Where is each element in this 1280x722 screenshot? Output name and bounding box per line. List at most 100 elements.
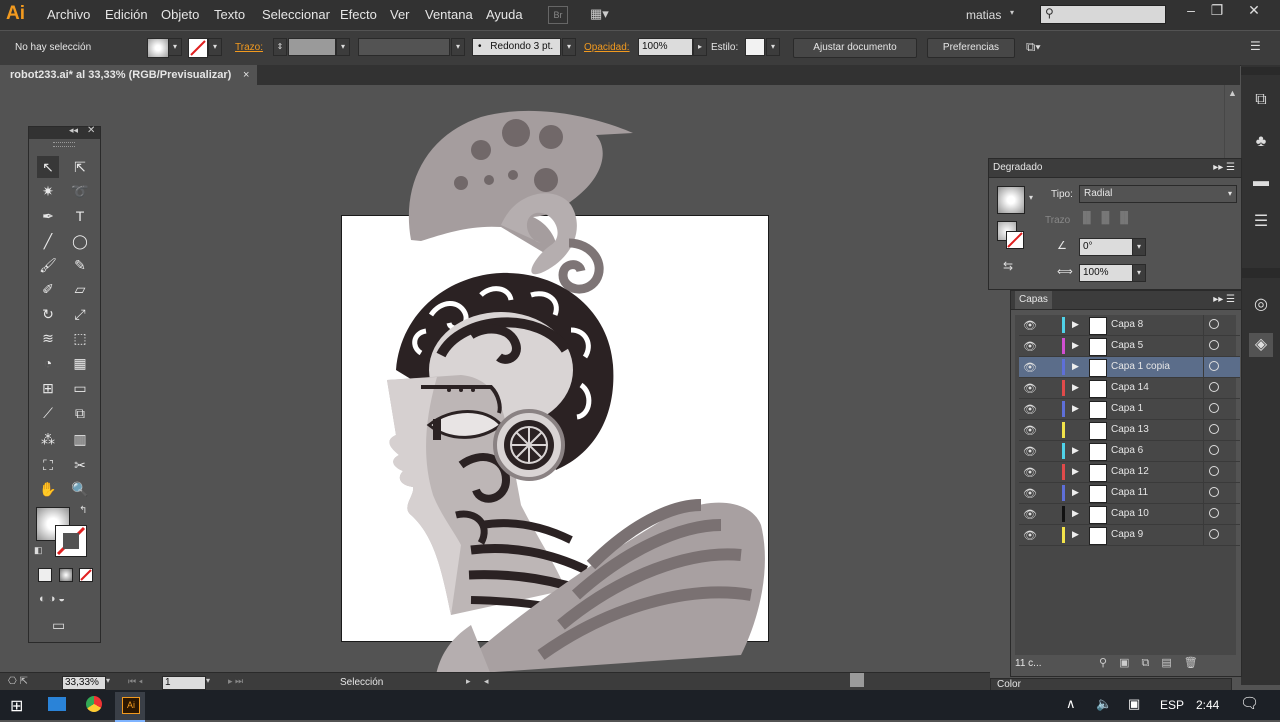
aspect-dropdown-icon[interactable]: ▾ (1132, 264, 1146, 282)
reverse-gradient-icon[interactable]: ⇆ (1003, 259, 1013, 273)
next-artboard-icon[interactable]: ▸ ⏭ (228, 676, 243, 687)
volume-icon[interactable]: 🔈 (1096, 696, 1112, 712)
windows-start-icon[interactable]: ⊞ (10, 696, 23, 716)
default-colors-icon[interactable]: ◧ (34, 545, 43, 556)
close-panel-icon[interactable]: ✕ (87, 125, 95, 136)
blend-tool-icon[interactable]: ⧉ (69, 402, 91, 424)
selection-tool-icon[interactable]: ↖ (37, 156, 59, 178)
style-dropdown-icon[interactable]: ▾ (766, 38, 780, 56)
fill-dropdown-icon[interactable]: ▾ (168, 38, 182, 56)
artboard-dropdown-icon[interactable]: ▾ (206, 676, 210, 685)
gradient-preview[interactable] (997, 186, 1025, 214)
expand-arrow-icon[interactable]: ▶ (1072, 319, 1079, 330)
symbols-panel-icon[interactable]: ♣ (1249, 130, 1273, 154)
mesh-tool-icon[interactable]: ⊞ (37, 377, 59, 399)
expand-arrow-icon[interactable]: ▶ (1072, 445, 1079, 456)
angle-dropdown-icon[interactable]: ▾ (1132, 238, 1146, 256)
free-transform-tool-icon[interactable]: ⬚ (69, 327, 91, 349)
layer-row[interactable]: 👁 ▶ Capa 1 (1019, 399, 1240, 420)
preferences-button[interactable]: Preferencias (927, 38, 1015, 58)
user-name[interactable]: matias (966, 8, 1001, 22)
visibility-eye-icon[interactable]: 👁 (1023, 403, 1037, 416)
profile-dropdown-icon[interactable]: ▾ (451, 38, 465, 56)
artboard-tool-icon[interactable]: ⛶ (37, 454, 59, 476)
stroke-dropdown-icon[interactable]: ▾ (208, 38, 222, 56)
bridge-button[interactable]: Br (548, 6, 568, 24)
column-graph-tool-icon[interactable]: ▥ (69, 428, 91, 450)
stroke-weight-input[interactable] (288, 38, 336, 56)
aspect-ratio-input[interactable]: 100% (1079, 264, 1136, 282)
stroke-panel-icon[interactable]: ▬ (1249, 170, 1273, 194)
magic-wand-tool-icon[interactable]: ✷ (37, 180, 59, 202)
artboard-number-input[interactable]: 1 (162, 676, 206, 690)
layer-name[interactable]: Capa 1 (1111, 403, 1143, 414)
eyedropper-tool-icon[interactable]: ⟋ (37, 402, 59, 424)
restore-button[interactable]: ❐ (1204, 2, 1230, 24)
artwork-robot-head[interactable] (341, 95, 771, 675)
panel-menu-icon[interactable]: ▸▸ ☰ (1213, 159, 1235, 177)
new-layer-icon[interactable]: ▤ (1161, 657, 1183, 669)
layer-row[interactable]: 👁 ▶ Capa 9 (1019, 525, 1240, 546)
transform-options-icon[interactable]: ⧉▾ (1026, 39, 1041, 55)
expand-arrow-icon[interactable]: ▶ (1072, 466, 1079, 477)
gradient-panel-header[interactable]: Degradado ▸▸ ☰ (989, 159, 1241, 178)
tools-panel-header[interactable]: ◂◂ ✕ (29, 125, 100, 139)
color-mode-icon[interactable] (38, 568, 52, 582)
target-circle-icon[interactable] (1209, 487, 1219, 497)
locate-object-icon[interactable]: ⚲ (1099, 657, 1119, 669)
visibility-eye-icon[interactable]: 👁 (1023, 340, 1037, 353)
horizontal-scroll-thumb[interactable] (850, 673, 864, 687)
collapse-icon[interactable]: ◂◂ (69, 125, 78, 136)
expand-arrow-icon[interactable]: ▶ (1072, 340, 1079, 351)
search-input[interactable]: ⚲ (1040, 5, 1166, 24)
gradient-mode-icon[interactable] (59, 568, 73, 582)
layer-name[interactable]: Capa 9 (1111, 529, 1143, 540)
layer-row[interactable]: 👁 ▶ Capa 11 (1019, 483, 1240, 504)
fill-swatch[interactable] (147, 38, 169, 58)
expand-arrow-icon[interactable]: ▶ (1072, 403, 1079, 414)
eraser-tool-icon[interactable]: ▱ (69, 278, 91, 300)
close-tab-icon[interactable]: × (243, 65, 249, 85)
variable-width-profile[interactable] (358, 38, 450, 56)
chrome-icon[interactable] (86, 696, 102, 712)
delete-layer-icon[interactable]: 🗑 (1184, 657, 1210, 669)
align-panel-icon[interactable]: ☰ (1249, 210, 1273, 234)
none-mode-icon[interactable] (79, 568, 93, 582)
layer-name[interactable]: Capa 1 copia (1111, 361, 1170, 372)
layer-name[interactable]: Capa 10 (1111, 508, 1149, 519)
layer-row[interactable]: 👁 ▶ Capa 14 (1019, 378, 1240, 399)
layer-name[interactable]: Capa 14 (1111, 382, 1149, 393)
expand-arrow-icon[interactable]: ▶ (1072, 382, 1079, 393)
visibility-eye-icon[interactable]: 👁 (1023, 319, 1037, 332)
layer-name[interactable]: Capa 5 (1111, 340, 1143, 351)
workspace-arrange-icon[interactable]: ▦▾ (590, 6, 616, 24)
artboard-nav-icon[interactable]: ⎔ ⇱ (8, 676, 28, 687)
layer-row[interactable]: 👁 ▶ Capa 8 (1019, 315, 1240, 336)
gradient-type-select[interactable]: Radial ▾ (1079, 185, 1237, 203)
current-tool-status[interactable]: Selección (340, 677, 383, 688)
stroke-small-icon[interactable] (1006, 231, 1024, 249)
expand-arrow-icon[interactable]: ▶ (1072, 487, 1079, 498)
user-dropdown-icon[interactable]: ▾ (1010, 8, 1014, 17)
zoom-tool-icon[interactable]: 🔍 (69, 478, 91, 500)
appearance-panel-icon[interactable]: ◎ (1249, 293, 1273, 317)
dock-header[interactable] (1241, 67, 1280, 75)
scroll-left-icon[interactable]: ◂ (484, 676, 489, 687)
target-circle-icon[interactable] (1209, 466, 1219, 476)
menu-ver[interactable]: Ver (390, 7, 410, 22)
stroke-swatch[interactable] (188, 38, 208, 58)
target-circle-icon[interactable] (1209, 529, 1219, 539)
target-circle-icon[interactable] (1209, 403, 1219, 413)
stroke-color-box[interactable] (55, 525, 87, 557)
scroll-up-icon[interactable]: ▲ (1228, 88, 1237, 98)
layer-name[interactable]: Capa 6 (1111, 445, 1143, 456)
target-circle-icon[interactable] (1209, 382, 1219, 392)
perspective-grid-tool-icon[interactable]: ▦ (69, 352, 91, 374)
blob-brush-tool-icon[interactable]: ✐ (37, 278, 59, 300)
symbol-sprayer-tool-icon[interactable]: ⁂ (37, 428, 59, 450)
visibility-eye-icon[interactable]: 👁 (1023, 508, 1037, 521)
layer-row[interactable]: 👁 ▶ Capa 10 (1019, 504, 1240, 525)
layer-row[interactable]: 👁 Capa 13 (1019, 420, 1240, 441)
screen-mode-icon[interactable]: ▭ (52, 617, 65, 634)
layers-panel-icon[interactable]: ◈ (1249, 333, 1273, 357)
